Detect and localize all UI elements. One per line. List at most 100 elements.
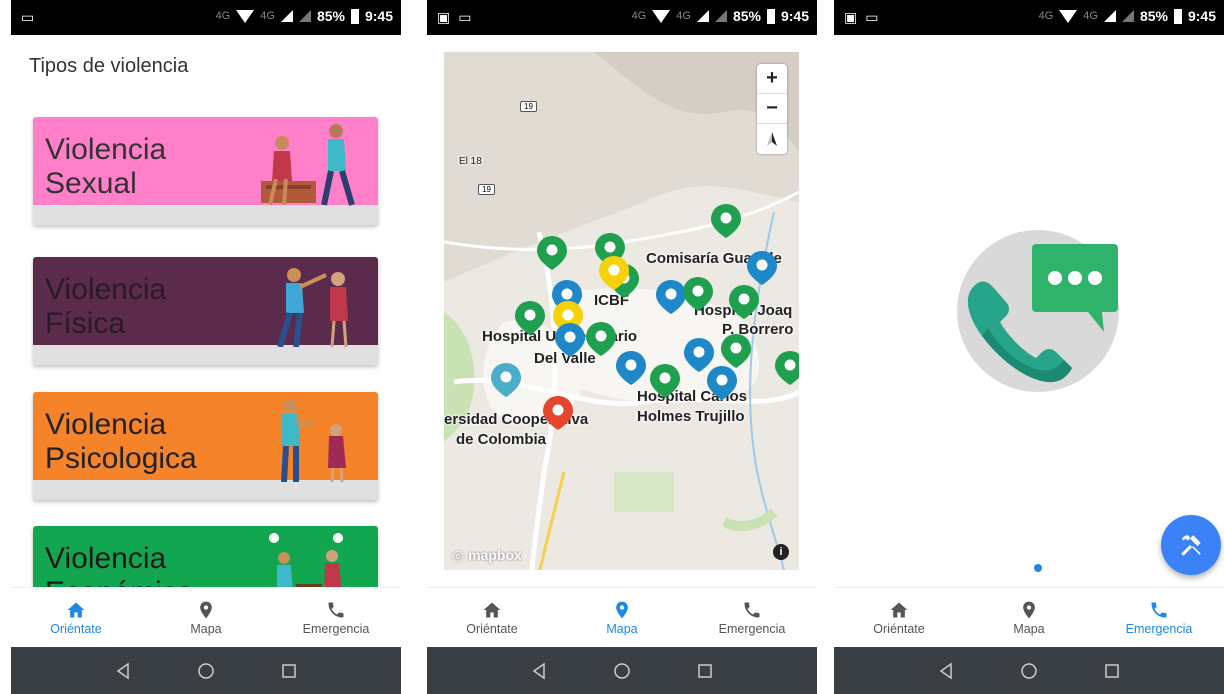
nav-emergencia[interactable]: Emergencia: [271, 588, 401, 647]
battery-icon: [350, 8, 359, 24]
nav-mapa[interactable]: Mapa: [964, 588, 1094, 647]
signal-icon: [1103, 10, 1116, 22]
recents-icon[interactable]: [696, 662, 714, 680]
signal-secondary-icon: [298, 10, 311, 22]
system-navigation-bar: [427, 647, 817, 694]
nav-mapa[interactable]: Mapa: [141, 588, 271, 647]
zoom-out-button[interactable]: −: [757, 94, 787, 124]
bottom-navigation: Oriéntate Mapa Emergencia: [834, 587, 1224, 647]
zoom-in-button[interactable]: +: [757, 64, 787, 94]
screen-orientate: ▭ 4G 4G 85% 9:45 Tipos de violencia Viol…: [11, 0, 401, 694]
card-title: Violencia Psicologica: [45, 408, 197, 475]
nav-label: Oriéntate: [466, 621, 518, 636]
signal-icon: [280, 10, 293, 22]
battery-percent: 85%: [1139, 8, 1168, 24]
screen-cast-icon: ▭: [21, 9, 35, 25]
home-circle-icon[interactable]: [1020, 662, 1038, 680]
nav-orientate[interactable]: Oriéntate: [427, 588, 557, 647]
recents-icon[interactable]: [1103, 662, 1121, 680]
home-circle-icon[interactable]: [613, 662, 631, 680]
system-navigation-bar: [834, 647, 1224, 694]
tools-icon: [1181, 535, 1201, 556]
back-icon[interactable]: [937, 662, 955, 680]
signal-icon: [696, 10, 709, 22]
network-type: 4G: [215, 10, 231, 22]
location-pin-icon: [1023, 601, 1035, 618]
screen-cast-icon: ▭: [865, 9, 879, 25]
card-banner: Violencia Psicologica: [33, 392, 378, 482]
status-bar: ▣ ▭ 4G 4G 85% 9:45: [834, 0, 1224, 35]
card-title: Violencia Económica: [45, 542, 193, 590]
home-icon: [483, 602, 501, 617]
card-violencia-sexual[interactable]: Violencia Sexual: [33, 117, 378, 225]
back-icon[interactable]: [114, 662, 132, 680]
back-icon[interactable]: [530, 662, 548, 680]
map-markers: [491, 204, 799, 430]
compass-button[interactable]: [757, 124, 787, 154]
card-banner: Violencia Sexual: [33, 117, 378, 206]
card-banner: Violencia Económica: [33, 526, 378, 590]
card-banner: Violencia Física: [33, 257, 378, 347]
bottom-navigation: Oriéntate Mapa Emergencia: [11, 587, 401, 647]
clock: 9:45: [364, 8, 393, 24]
image-icon: ▣: [844, 9, 858, 25]
nav-label: Emergencia: [302, 621, 370, 636]
wifi-icon: [652, 9, 671, 23]
nav-orientate[interactable]: Oriéntate: [11, 588, 141, 647]
card-title: Violencia Sexual: [45, 133, 167, 200]
card-title: Violencia Física: [45, 273, 167, 340]
wifi-icon: [236, 9, 255, 23]
battery-percent: 85%: [732, 8, 761, 24]
tools-fab-button[interactable]: [1161, 515, 1221, 575]
map-zoom-controls: + −: [757, 64, 787, 154]
couple-illustration-icon: [261, 124, 355, 206]
phone-icon: [1151, 602, 1167, 617]
nav-orientate[interactable]: Oriéntate: [834, 588, 964, 647]
map-view[interactable]: 19 19 El 18 Comisaría Guadale ICBF Hospi…: [444, 52, 799, 570]
network-type-secondary: 4G: [1083, 10, 1098, 22]
battery-icon: [1173, 8, 1182, 24]
card-violencia-economica[interactable]: Violencia Económica: [33, 526, 378, 590]
info-icon[interactable]: i: [773, 544, 789, 560]
network-type: 4G: [631, 10, 647, 22]
phone-icon: [328, 602, 344, 617]
home-circle-icon[interactable]: [197, 662, 215, 680]
system-navigation-bar: [11, 647, 401, 694]
network-type: 4G: [1038, 10, 1054, 22]
nav-label: Emergencia: [718, 621, 786, 636]
wifi-icon: [1059, 9, 1078, 23]
card-violencia-psicologica[interactable]: Violencia Psicologica: [33, 392, 378, 500]
nav-label: Mapa: [190, 621, 222, 636]
shouting-illustration-icon: [281, 399, 346, 482]
screen-mapa: ▣ ▭ 4G 4G 85% 9:45 19 19 El 18 Comisaría…: [427, 0, 817, 694]
card-violencia-fisica[interactable]: Violencia Física: [33, 257, 378, 365]
signal-secondary-icon: [714, 10, 727, 22]
money-dispute-illustration-icon: [269, 533, 343, 590]
battery-icon: [766, 8, 775, 24]
nav-label: Emergencia: [1125, 621, 1193, 636]
mapbox-wordmark: mapbox: [468, 547, 522, 563]
nav-label: Oriéntate: [50, 621, 102, 636]
network-type-secondary: 4G: [676, 10, 691, 22]
clock: 9:45: [1187, 8, 1216, 24]
status-bar: ▭ 4G 4G 85% 9:45: [11, 0, 401, 35]
home-icon: [67, 602, 85, 617]
phone-chat-icon: [967, 244, 1118, 383]
mapbox-logo-icon: ◎: [452, 547, 465, 563]
nav-emergencia[interactable]: Emergencia: [1094, 588, 1224, 647]
compass-icon: [767, 132, 777, 146]
image-icon: ▣: [437, 9, 451, 25]
pager-indicator: [1034, 564, 1042, 572]
page-title: Tipos de violencia: [29, 55, 189, 77]
nav-label: Mapa: [1013, 621, 1045, 636]
mapbox-logo[interactable]: ◎ mapbox: [452, 547, 522, 564]
nav-label: Oriéntate: [873, 621, 925, 636]
bottom-navigation: Oriéntate Mapa Emergencia: [427, 587, 817, 647]
nav-mapa[interactable]: Mapa: [557, 588, 687, 647]
home-icon: [890, 602, 908, 617]
nav-emergencia[interactable]: Emergencia: [687, 588, 817, 647]
recents-icon[interactable]: [280, 662, 298, 680]
screen-emergencia: ▣ ▭ 4G 4G 85% 9:45 Oriéntate Mapa Emerge…: [834, 0, 1224, 694]
location-pin-icon: [200, 601, 212, 618]
battery-percent: 85%: [316, 8, 345, 24]
